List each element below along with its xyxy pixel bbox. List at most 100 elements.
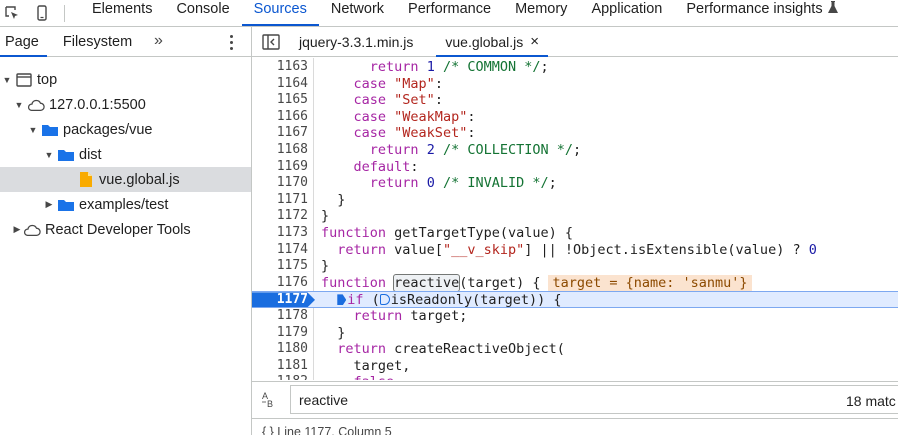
line-number[interactable]: 1174 xyxy=(252,242,308,259)
code-line[interactable]: 1176 function reactive(target) {target = … xyxy=(252,273,898,292)
line-number[interactable]: 1172 xyxy=(252,208,308,225)
line-number[interactable]: 1167 xyxy=(252,125,308,142)
execution-pointer-icon[interactable] xyxy=(337,294,347,306)
file-icon xyxy=(77,172,95,188)
line-number[interactable]: 1170 xyxy=(252,175,308,192)
line-number[interactable]: 1168 xyxy=(252,142,308,159)
line-text: } xyxy=(321,258,330,275)
tree-item-vue-global-js[interactable]: vue.global.js xyxy=(0,167,251,192)
more-tabs-icon[interactable]: » xyxy=(154,32,163,50)
devtools-toolbar: Elements Console Sources Network Perform… xyxy=(0,0,898,27)
line-text: function reactive(target) {target = {nam… xyxy=(321,273,752,292)
line-text: case "WeakSet": xyxy=(353,125,476,142)
kebab-menu-icon[interactable] xyxy=(226,32,236,52)
search-bar: AB 18 matc xyxy=(252,381,898,417)
code-line[interactable]: 1170 return 0 /* INVALID */; xyxy=(252,175,898,192)
match-case-icon[interactable]: AB xyxy=(252,390,288,410)
tab-network[interactable]: Network xyxy=(319,0,396,22)
folder-icon xyxy=(57,147,75,163)
line-number[interactable]: 1173 xyxy=(252,225,308,242)
line-text: case "Set": xyxy=(353,92,443,109)
line-text: } xyxy=(321,191,346,208)
tab-performance[interactable]: Performance xyxy=(396,0,503,22)
code-line[interactable]: 1163 return 1 /* COMMON */; xyxy=(252,59,898,76)
line-number[interactable]: 1182 xyxy=(252,374,308,380)
toolbar-icons xyxy=(0,0,80,26)
tree-item-dist[interactable]: ▼ dist xyxy=(0,142,251,167)
collapse-triangle-icon[interactable]: ▶ xyxy=(44,199,54,210)
tab-performance-insights-label: Performance insights xyxy=(686,1,823,17)
editor-tab-vue-global[interactable]: vue.global.js × xyxy=(436,27,548,57)
line-number[interactable]: 1166 xyxy=(252,109,308,126)
expand-triangle-icon[interactable]: ▼ xyxy=(14,100,24,110)
line-number[interactable]: 1177 xyxy=(252,292,308,309)
code-line[interactable]: 1178 return target; xyxy=(252,308,898,325)
search-input[interactable] xyxy=(290,385,898,414)
code-view[interactable]: 1163 return 1 /* COMMON */; 1164 case "Ma… xyxy=(252,58,898,380)
line-number[interactable]: 1180 xyxy=(252,341,308,358)
line-text: case "WeakMap": xyxy=(353,108,476,125)
tree-item-host[interactable]: ▼ 127.0.0.1:5500 xyxy=(0,92,251,117)
folder-icon xyxy=(57,197,75,213)
line-number[interactable]: 1169 xyxy=(252,159,308,176)
code-line[interactable]: 1166 case "WeakMap": xyxy=(252,109,898,126)
line-number[interactable]: 1175 xyxy=(252,258,308,275)
line-text: case "Map": xyxy=(353,75,443,92)
svg-text:B: B xyxy=(267,399,273,408)
tree-item-label: React Developer Tools xyxy=(45,221,191,238)
experiment-flask-icon xyxy=(827,0,838,18)
inline-breakpoint-icon[interactable] xyxy=(379,294,390,306)
line-number[interactable]: 1163 xyxy=(252,59,308,76)
code-line[interactable]: 1179 } xyxy=(252,325,898,342)
toggle-navigator-icon[interactable] xyxy=(252,27,290,56)
expand-triangle-icon[interactable]: ▼ xyxy=(44,150,54,160)
collapse-triangle-icon[interactable]: ▶ xyxy=(12,224,22,235)
tab-performance-insights[interactable]: Performance insights xyxy=(674,0,849,22)
tree-item-top[interactable]: ▼ top xyxy=(0,67,251,92)
close-tab-icon[interactable]: × xyxy=(530,33,539,50)
code-line[interactable]: 1168 return 2 /* COLLECTION */; xyxy=(252,142,898,159)
device-toolbar-icon[interactable] xyxy=(34,5,50,21)
editor-tab-jquery[interactable]: jquery-3.3.1.min.js xyxy=(290,27,422,56)
tree-item-react-devtools[interactable]: ▶ React Developer Tools xyxy=(0,217,251,242)
line-number[interactable]: 1164 xyxy=(252,76,308,93)
code-line[interactable]: 1172} xyxy=(252,208,898,225)
code-line[interactable]: 1182 false, xyxy=(252,374,898,380)
tab-sources[interactable]: Sources xyxy=(241,0,320,26)
editor-tabs: jquery-3.3.1.min.js vue.global.js × xyxy=(252,27,898,57)
code-line[interactable]: 1177 if (isReadonly(target)) { xyxy=(252,291,898,308)
tree-item-packages-vue[interactable]: ▼ packages/vue xyxy=(0,117,251,142)
code-line[interactable]: 1164 case "Map": xyxy=(252,76,898,93)
code-line[interactable]: 1174 return value["__v_skip"] || !Object… xyxy=(252,242,898,259)
inspect-element-icon[interactable] xyxy=(4,5,20,21)
expand-triangle-icon[interactable]: ▼ xyxy=(2,75,12,85)
tab-elements[interactable]: Elements xyxy=(80,0,164,22)
line-number[interactable]: 1178 xyxy=(252,308,308,325)
line-number[interactable]: 1179 xyxy=(252,325,308,342)
code-line[interactable]: 1169 default: xyxy=(252,159,898,176)
cursor-position: { } Line 1177, Column 5 xyxy=(262,425,392,435)
expand-triangle-icon[interactable]: ▼ xyxy=(28,125,38,135)
code-line[interactable]: 1180 return createReactiveObject( xyxy=(252,341,898,358)
line-number[interactable]: 1171 xyxy=(252,192,308,209)
navigator-tab-filesystem[interactable]: Filesystem xyxy=(47,27,140,56)
line-number[interactable]: 1176 xyxy=(252,275,308,292)
line-text: target, xyxy=(321,357,411,374)
code-line[interactable]: 1181 target, xyxy=(252,358,898,375)
tree-item-examples-test[interactable]: ▶ examples/test xyxy=(0,192,251,217)
status-bar: { } Line 1177, Column 5 xyxy=(252,418,898,435)
code-line[interactable]: 1173 function getTargetType(value) { xyxy=(252,225,898,242)
code-line[interactable]: 1167 case "WeakSet": xyxy=(252,125,898,142)
source-editor: jquery-3.3.1.min.js vue.global.js × 1163… xyxy=(252,27,898,435)
line-number[interactable]: 1165 xyxy=(252,92,308,109)
tab-application[interactable]: Application xyxy=(579,0,674,22)
tab-console[interactable]: Console xyxy=(164,0,241,22)
cloud-icon xyxy=(27,97,45,113)
line-number[interactable]: 1181 xyxy=(252,358,308,375)
code-line[interactable]: 1171 } xyxy=(252,192,898,209)
navigator-tab-page[interactable]: Page xyxy=(0,27,47,57)
code-line[interactable]: 1175} xyxy=(252,258,898,275)
line-text: false, xyxy=(321,374,403,380)
tab-memory[interactable]: Memory xyxy=(503,0,579,22)
code-line[interactable]: 1165 case "Set": xyxy=(252,92,898,109)
